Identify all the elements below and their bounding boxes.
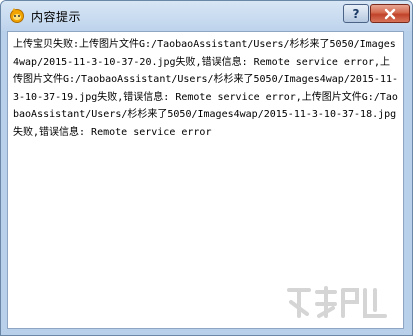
dialog-title: 内容提示	[31, 10, 82, 24]
help-icon: ?	[352, 6, 360, 21]
close-icon	[384, 8, 396, 19]
message-area: 上传宝贝失败:上传图片文件G:/TaobaoAssistant/Users/杉杉…	[7, 31, 404, 329]
error-message-text: 上传宝贝失败:上传图片文件G:/TaobaoAssistant/Users/杉杉…	[13, 39, 399, 138]
close-button[interactable]	[370, 4, 410, 23]
help-button[interactable]: ?	[343, 4, 369, 23]
message-dialog: 内容提示 ? 上传宝贝失败:上传图片文件G:/TaobaoAssistant/U…	[0, 0, 413, 336]
site-watermark-logo	[287, 286, 387, 318]
title-bar[interactable]: 内容提示 ?	[1, 1, 412, 31]
wangwang-logo-icon	[10, 8, 24, 23]
